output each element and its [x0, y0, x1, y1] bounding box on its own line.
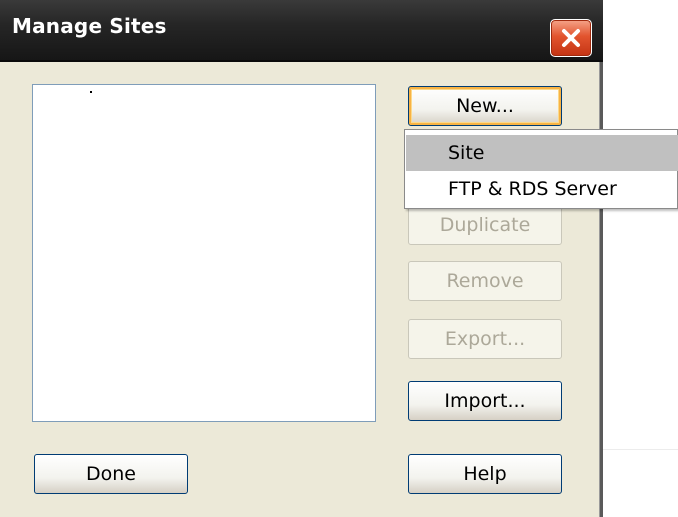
import-button[interactable]: Import...: [408, 381, 562, 421]
site-list[interactable]: [32, 84, 376, 422]
menu-item-ftp-rds-server[interactable]: FTP & RDS Server: [406, 171, 678, 207]
list-artifact: [90, 91, 92, 93]
new-button[interactable]: New...: [408, 86, 562, 126]
close-icon: [562, 29, 580, 47]
title-bar[interactable]: Manage Sites: [0, 0, 603, 62]
manage-sites-dialog: Manage Sites New... Duplicate Remove Exp…: [0, 0, 603, 517]
done-button[interactable]: Done: [34, 454, 188, 494]
export-button[interactable]: Export...: [408, 319, 562, 359]
remove-button[interactable]: Remove: [408, 261, 562, 301]
background-line: [603, 449, 678, 450]
menu-item-site[interactable]: Site: [406, 135, 678, 171]
help-button[interactable]: Help: [408, 454, 562, 494]
duplicate-button[interactable]: Duplicate: [408, 205, 562, 245]
new-dropdown-menu: Site FTP & RDS Server: [404, 129, 678, 209]
close-button[interactable]: [550, 19, 592, 57]
window-title: Manage Sites: [12, 14, 167, 38]
